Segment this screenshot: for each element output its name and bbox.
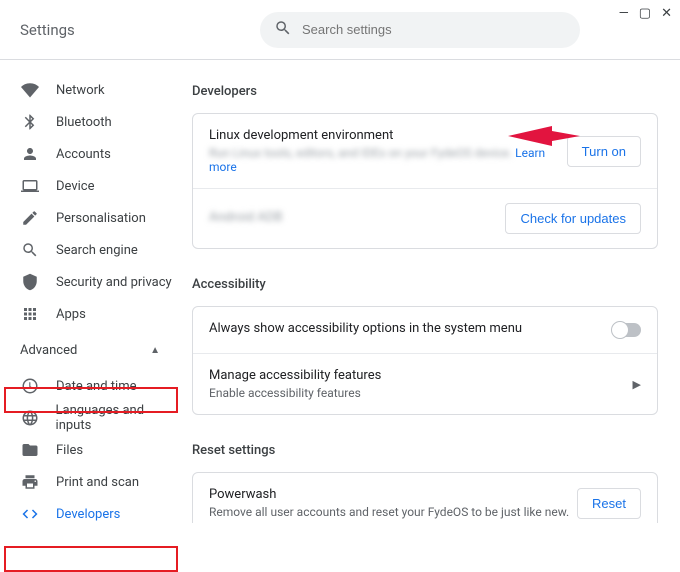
- row-title: Powerwash: [209, 487, 577, 502]
- clock-icon: [20, 377, 40, 395]
- developers-card: Linux development environment Run Linux …: [192, 113, 658, 249]
- topbar: Settings: [0, 0, 680, 60]
- row-title: Manage accessibility features: [209, 368, 633, 383]
- always-show-a11y-row[interactable]: Always show accessibility options in the…: [193, 307, 657, 353]
- sidebar-item-label: Search engine: [56, 243, 138, 258]
- sidebar-item-label: Network: [56, 83, 105, 98]
- sidebar-item-apps[interactable]: Apps: [0, 298, 180, 330]
- row-subtitle: Remove all user accounts and reset your …: [209, 505, 577, 519]
- check-updates-button[interactable]: Check for updates: [505, 203, 641, 234]
- search-input[interactable]: [302, 22, 566, 37]
- sidebar: Network Bluetooth Accounts Device Person…: [0, 60, 180, 523]
- apps-icon: [20, 305, 40, 323]
- maximize-icon[interactable]: ▢: [639, 6, 651, 21]
- close-icon[interactable]: ✕: [661, 6, 672, 21]
- advanced-label: Advanced: [20, 343, 77, 358]
- row-title: Linux development environment: [209, 128, 567, 143]
- sidebar-item-device[interactable]: Device: [0, 170, 180, 202]
- search-box[interactable]: [260, 12, 580, 48]
- sidebar-item-label: Security and privacy: [56, 275, 172, 290]
- adb-row: Android ADB Check for updates: [193, 188, 657, 248]
- sidebar-item-languages[interactable]: Languages and inputs: [0, 402, 180, 434]
- turn-on-button[interactable]: Turn on: [567, 136, 641, 167]
- window-controls: — ▢ ✕: [619, 6, 672, 21]
- manage-a11y-row[interactable]: Manage accessibility features Enable acc…: [193, 353, 657, 414]
- section-title-accessibility: Accessibility: [192, 277, 658, 292]
- sidebar-item-search-engine[interactable]: Search engine: [0, 234, 180, 266]
- powerwash-row: Powerwash Remove all user accounts and r…: [193, 473, 657, 523]
- annotation-highlight-developers: [4, 546, 178, 572]
- section-title-reset: Reset settings: [192, 443, 658, 458]
- sidebar-item-developers[interactable]: Developers: [0, 498, 180, 523]
- section-title-developers: Developers: [192, 84, 658, 99]
- row-subtitle: Enable accessibility features: [209, 386, 633, 400]
- person-icon: [20, 145, 40, 163]
- row-title: Always show accessibility options in the…: [209, 321, 613, 336]
- main-content: Developers Linux development environment…: [180, 60, 680, 523]
- search-icon: [20, 241, 40, 259]
- sidebar-item-label: Personalisation: [56, 211, 146, 226]
- laptop-icon: [20, 177, 40, 195]
- sidebar-item-accounts[interactable]: Accounts: [0, 138, 180, 170]
- chevron-up-icon: ▲: [150, 345, 160, 356]
- sidebar-item-bluetooth[interactable]: Bluetooth: [0, 106, 180, 138]
- sidebar-item-security[interactable]: Security and privacy: [0, 266, 180, 298]
- minimize-icon[interactable]: —: [619, 6, 629, 21]
- sidebar-item-files[interactable]: Files: [0, 434, 180, 466]
- a11y-toggle[interactable]: [613, 323, 641, 337]
- reset-button[interactable]: Reset: [577, 488, 641, 519]
- shield-icon: [20, 273, 40, 291]
- sidebar-item-label: Files: [56, 443, 83, 458]
- wifi-icon: [20, 81, 40, 99]
- code-icon: [20, 505, 40, 523]
- accessibility-card: Always show accessibility options in the…: [192, 306, 658, 415]
- sidebar-item-print[interactable]: Print and scan: [0, 466, 180, 498]
- sidebar-item-label: Accounts: [56, 147, 111, 162]
- row-title: Android ADB: [209, 210, 505, 225]
- sidebar-item-label: Languages and inputs: [56, 403, 180, 433]
- sidebar-item-label: Apps: [56, 307, 86, 322]
- reset-card: Powerwash Remove all user accounts and r…: [192, 472, 658, 523]
- sidebar-item-label: Device: [56, 179, 95, 194]
- sidebar-item-label: Date and time: [56, 379, 137, 394]
- sidebar-item-date-time[interactable]: Date and time: [0, 370, 180, 402]
- edit-icon: [20, 209, 40, 227]
- sidebar-item-label: Bluetooth: [56, 115, 112, 130]
- sidebar-item-label: Developers: [56, 507, 120, 522]
- linux-dev-row: Linux development environment Run Linux …: [193, 114, 657, 188]
- print-icon: [20, 473, 40, 491]
- page-title: Settings: [20, 21, 170, 39]
- globe-icon: [20, 409, 40, 427]
- sidebar-item-label: Print and scan: [56, 475, 139, 490]
- chevron-right-icon: ▶: [633, 378, 641, 391]
- sidebar-item-personalisation[interactable]: Personalisation: [0, 202, 180, 234]
- search-icon: [274, 19, 292, 41]
- sidebar-item-network[interactable]: Network: [0, 74, 180, 106]
- row-subtitle: Run Linux tools, editors, and IDEs on yo…: [209, 146, 567, 174]
- advanced-toggle[interactable]: Advanced ▲: [0, 330, 180, 370]
- bluetooth-icon: [20, 113, 40, 131]
- folder-icon: [20, 441, 40, 459]
